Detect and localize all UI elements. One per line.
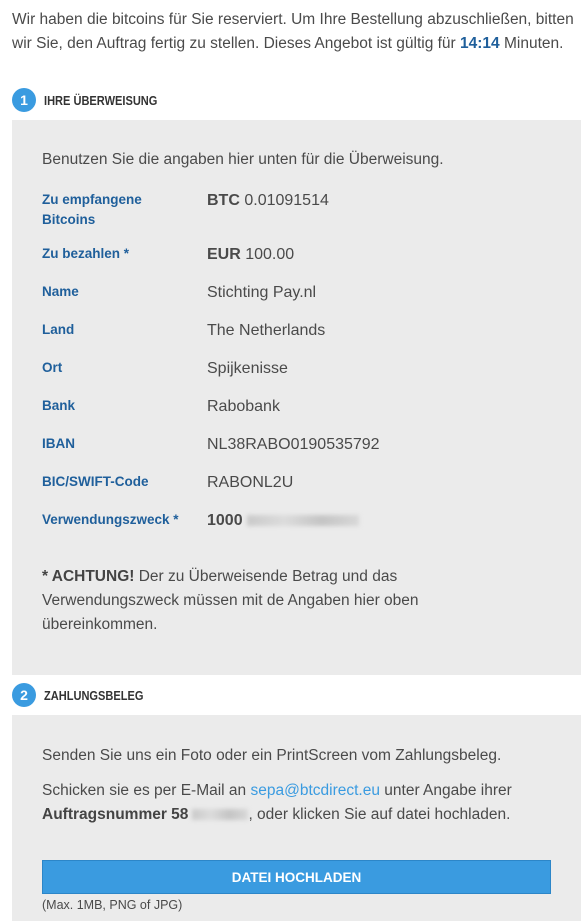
- detail-label: Name: [42, 284, 79, 299]
- email-link[interactable]: sepa@btcdirect.eu: [250, 782, 379, 799]
- intro-text: Wir haben die bitcoins für Sie reservier…: [12, 8, 580, 56]
- proof-instruction: Senden Sie uns ein Foto oder ein PrintSc…: [42, 747, 502, 764]
- step2-number-badge: 2: [12, 683, 36, 707]
- step1-title: IHRE ÜBERWEISUNG: [44, 92, 158, 108]
- email-instruction: Schicken sie es per E-Mail an sepa@btcdi…: [42, 782, 512, 823]
- detail-value[interactable]: RABONL2U: [207, 473, 293, 493]
- detail-value[interactable]: Rabobank: [207, 397, 280, 417]
- detail-value[interactable]: The Netherlands: [207, 321, 325, 341]
- redacted-reference: [246, 515, 359, 527]
- transfer-instruction: Benutzen Sie die angaben hier unten für …: [42, 151, 444, 168]
- detail-label: Ort: [42, 360, 63, 375]
- detail-value[interactable]: Stichting Pay.nl: [207, 283, 316, 303]
- step1-header: 1 IHRE ÜBERWEISUNG: [12, 86, 177, 114]
- warning-text: * ACHTUNG! Der zu Überweisende Betrag un…: [42, 568, 419, 633]
- step2-header: 2 ZAHLUNGSBELEG: [12, 681, 161, 709]
- detail-label: Verwendungszweck *: [42, 512, 179, 527]
- order-number: Auftragsnummer 58: [42, 806, 189, 823]
- detail-value[interactable]: Spijkenisse: [207, 359, 288, 379]
- intro-text-after: Minuten.: [499, 35, 564, 52]
- payment-proof-panel: Senden Sie uns ein Foto oder ein PrintSc…: [12, 715, 581, 921]
- detail-value[interactable]: 1000: [207, 511, 359, 531]
- detail-value[interactable]: BTC 0.01091514: [207, 191, 329, 211]
- detail-label: Zu bezahlen *: [42, 246, 130, 261]
- transfer-details-panel: Benutzen Sie die angaben hier unten für …: [12, 120, 581, 675]
- detail-label: Bank: [42, 398, 76, 413]
- detail-label: Zu empfangene Bitcoins: [42, 192, 142, 227]
- countdown-timer: 14:14: [460, 35, 500, 52]
- detail-label: Land: [42, 322, 75, 337]
- detail-value[interactable]: EUR 100.00: [207, 245, 294, 265]
- step2-title: ZAHLUNGSBELEG: [44, 687, 144, 703]
- redacted-order-number: [192, 809, 249, 821]
- detail-label: BIC/SWIFT-Code: [42, 474, 149, 489]
- step1-number-badge: 1: [12, 88, 36, 112]
- upload-limit-note: (Max. 1MB, PNG of JPG): [42, 898, 183, 912]
- upload-file-button[interactable]: DATEI HOCHLADEN: [42, 860, 551, 894]
- detail-value[interactable]: NL38RABO0190535792: [207, 435, 380, 455]
- detail-label: IBAN: [42, 436, 75, 451]
